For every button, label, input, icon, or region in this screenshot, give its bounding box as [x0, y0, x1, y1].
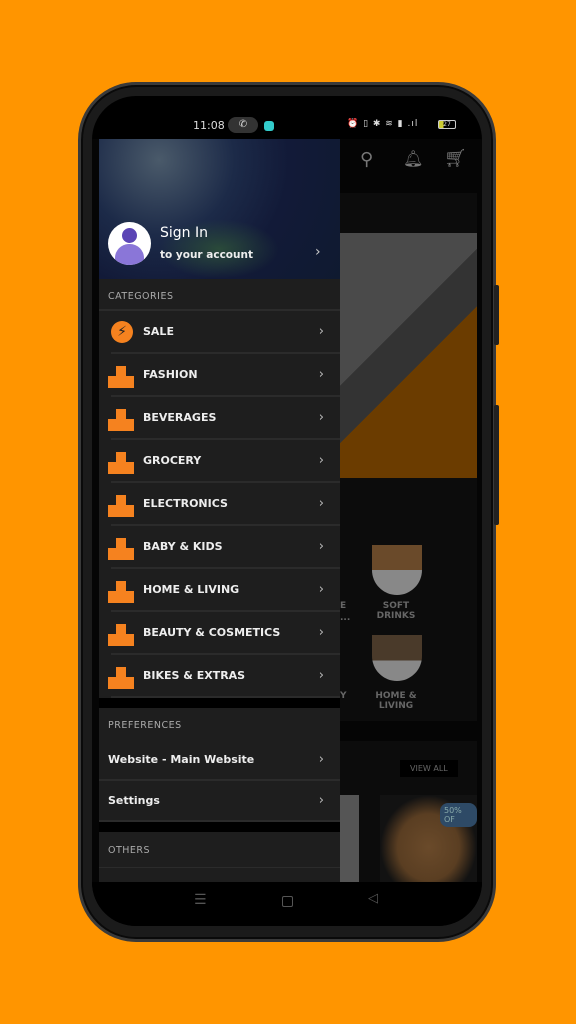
call-icon: ✆ [228, 117, 258, 133]
categories-list: ⚡ SALE › FASHION › BEVERAGES › GROCERY › ELEC… [99, 311, 340, 698]
chevron-right-icon: › [318, 453, 324, 468]
chevron-right-icon: › [318, 668, 324, 683]
power-button [494, 405, 499, 525]
category-item-baby-kids[interactable]: BABY & KIDS › [108, 526, 340, 569]
category-label: GROCERY [143, 454, 202, 467]
product-image[interactable] [340, 795, 359, 882]
partial-label: ... [340, 613, 351, 623]
search-icon[interactable]: ⚲ [360, 149, 373, 170]
category-icon [108, 409, 134, 431]
view-all-button[interactable]: VIEW ALL [400, 760, 458, 777]
preference-label: Website - Main Website [108, 753, 255, 766]
banner-image[interactable] [340, 233, 477, 478]
category-icon [108, 538, 134, 560]
preferences-heading: PREFERENCES [108, 720, 182, 731]
divider [99, 822, 340, 832]
chevron-right-icon: › [318, 582, 324, 597]
avatar [108, 222, 151, 265]
category-item-grocery[interactable]: GROCERY › [108, 440, 340, 483]
products-section: VIEW ALL 50% OF [340, 741, 477, 882]
category-icon [108, 581, 134, 603]
discount-badge: 50% OF [440, 803, 477, 827]
bell-icon[interactable]: 🔔︎ [403, 149, 423, 168]
battery-icon: 27 [438, 120, 456, 129]
category-item-home-living[interactable]: HOME & LIVING › [108, 569, 340, 612]
category-tile-label[interactable]: SOFT DRINKS [368, 601, 424, 621]
clock: 11:08 [193, 119, 225, 132]
chevron-right-icon: › [318, 539, 324, 554]
category-label: ELECTRONICS [143, 497, 228, 510]
system-nav-bar: ☰ ◁ [92, 882, 482, 926]
category-label: HOME & LIVING [143, 583, 240, 596]
system-status-icons: ⏰ ▯ ✱ ≋ ▮ .ıl [347, 119, 419, 129]
category-icon [108, 667, 134, 689]
partial-label: Y [340, 691, 347, 701]
category-label: SALE [143, 325, 174, 338]
category-icon [108, 624, 134, 646]
status-bar: 11:08 ✆ ⏰ ▯ ✱ ≋ ▮ .ıl 27 [92, 96, 482, 140]
chevron-right-icon: › [315, 244, 321, 260]
chevron-right-icon: › [318, 410, 324, 425]
category-tile-image[interactable] [372, 635, 422, 681]
chevron-right-icon: › [318, 496, 324, 511]
navigation-drawer: Sign In to your account › CATEGORIES ⚡ SA… [99, 139, 340, 882]
banner-card [340, 193, 477, 503]
menu-nav-icon[interactable]: ☰ [194, 892, 207, 908]
sign-in-title: Sign In [160, 225, 208, 241]
category-item-electronics[interactable]: ELECTRONICS › [108, 483, 340, 526]
preference-label: Settings [108, 794, 160, 807]
home-nav-icon[interactable] [282, 896, 293, 907]
category-item-sale[interactable]: ⚡ SALE › [111, 311, 340, 354]
category-label: FASHION [143, 368, 198, 381]
others-heading: OTHERS [99, 832, 340, 868]
chevron-right-icon: › [318, 793, 324, 808]
chevron-right-icon: › [318, 752, 324, 767]
app-notification-icon [264, 121, 274, 131]
category-label: BEAUTY & COSMETICS [143, 626, 281, 639]
category-icon [108, 495, 134, 517]
preference-website[interactable]: Website - Main Website › [99, 740, 340, 781]
category-label: BIKES & EXTRAS [143, 669, 246, 682]
partial-label: E [340, 601, 347, 611]
chevron-right-icon: › [318, 324, 324, 339]
category-label: BABY & KIDS [143, 540, 223, 553]
sale-icon: ⚡ [111, 321, 133, 343]
category-icon [108, 452, 134, 474]
screen: 11:08 ✆ ⏰ ▯ ✱ ≋ ▮ .ıl 27 ⚲ 🔔︎ 🛒︎ E ... Y… [92, 96, 482, 926]
category-icon [108, 366, 134, 388]
back-nav-icon[interactable]: ◁ [368, 891, 378, 906]
sign-in-subtitle: to your account [160, 249, 253, 261]
category-item-beauty-cosmetics[interactable]: BEAUTY & COSMETICS › [108, 612, 340, 655]
volume-button [494, 285, 499, 345]
category-item-bikes-extras[interactable]: BIKES & EXTRAS › [108, 655, 340, 698]
sign-in-header[interactable]: Sign In to your account › [99, 139, 340, 279]
categories-heading: CATEGORIES [99, 279, 340, 311]
category-item-beverages[interactable]: BEVERAGES › [108, 397, 340, 440]
preference-settings[interactable]: Settings › [99, 781, 340, 822]
category-item-fashion[interactable]: FASHION › [108, 354, 340, 397]
chevron-right-icon: › [318, 367, 324, 382]
category-tile-image[interactable] [372, 545, 422, 595]
category-label: BEVERAGES [143, 411, 217, 424]
divider [99, 698, 340, 708]
chevron-right-icon: › [318, 625, 324, 640]
cart-icon[interactable]: 🛒︎ [444, 148, 467, 169]
category-tile-label[interactable]: HOME & LIVING [368, 691, 424, 711]
categories-grid: E ... Y SOFT DRINKS HOME & LIVING [340, 503, 477, 721]
